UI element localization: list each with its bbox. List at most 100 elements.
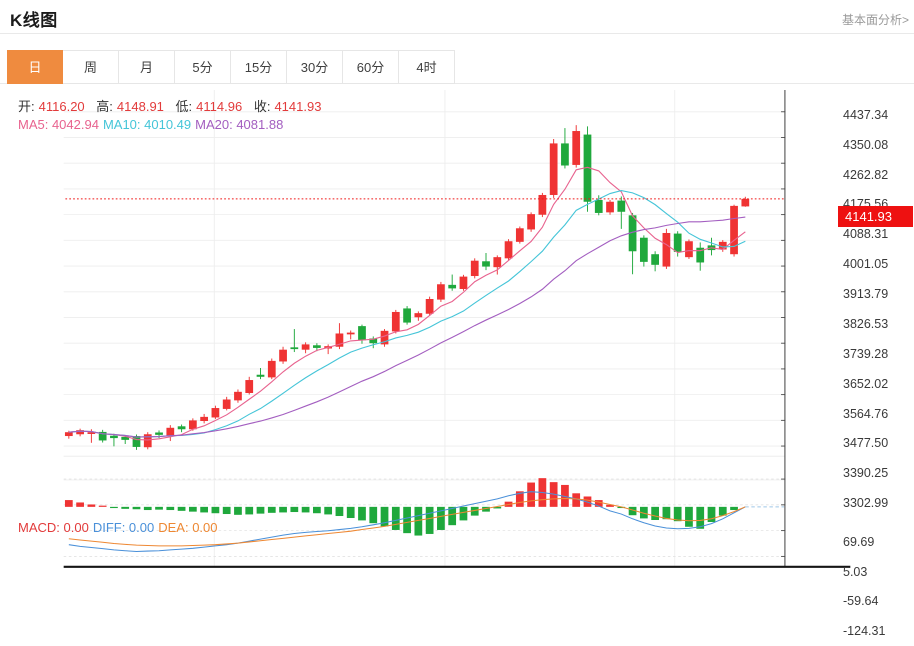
candle-body	[426, 299, 434, 314]
macd-hist-bar	[234, 507, 242, 515]
macd-legend-item-0: MACD: 0.00	[18, 520, 89, 535]
macd-hist-bar	[685, 507, 693, 527]
macd-hist-bar	[88, 504, 96, 506]
candle-body	[313, 345, 321, 348]
macd-axis-label: 69.69	[843, 535, 913, 550]
candle-body	[234, 392, 242, 401]
candle-body	[279, 350, 287, 362]
candle-body	[493, 257, 501, 267]
candle-body	[595, 200, 603, 213]
ma-legend-item-2: MA20: 4081.88	[195, 117, 283, 132]
ma-legend-item-1: MA10: 4010.49	[103, 117, 191, 132]
close-label: 收:	[254, 99, 271, 114]
macd-hist-bar	[674, 507, 682, 521]
macd-hist-bar	[369, 507, 377, 523]
candle-body	[561, 143, 569, 165]
candle-body	[178, 426, 186, 429]
candle-body	[550, 143, 558, 195]
candle-body	[651, 254, 659, 265]
candle-body	[617, 201, 625, 212]
interval-tab-bar: 日周月5分15分30分60分4时	[7, 50, 455, 84]
macd-hist-bar	[651, 507, 659, 520]
ma5-line	[69, 167, 745, 440]
candle-body	[674, 234, 682, 252]
price-axis-label: 3302.99	[843, 496, 913, 511]
candle-body	[437, 284, 445, 299]
tab-day[interactable]: 日	[7, 50, 63, 84]
candle-body	[268, 361, 276, 378]
candle-body	[685, 241, 693, 257]
macd-hist-bar	[324, 507, 332, 515]
macd-hist-bar	[65, 500, 73, 507]
low-label: 低:	[176, 99, 193, 114]
ma-legend: MA5: 4042.94MA10: 4010.49MA20: 4081.88	[18, 117, 287, 132]
candle-body	[166, 428, 174, 436]
macd-hist-bar	[403, 507, 411, 533]
macd-hist-bar	[223, 507, 231, 514]
macd-hist-bar	[166, 507, 174, 510]
price-axis-label: 3739.28	[843, 347, 913, 362]
price-axis-label: 4350.08	[843, 138, 913, 153]
price-axis-label: 3390.25	[843, 466, 913, 481]
tab-5min[interactable]: 5分	[175, 50, 231, 84]
candle-body	[741, 199, 749, 207]
candle-body	[539, 195, 547, 215]
candle-body	[200, 417, 208, 421]
macd-legend: MACD: 0.00DIFF: 0.00DEA: 0.00	[18, 520, 222, 535]
candle-body	[257, 375, 265, 377]
candle-body	[302, 344, 310, 349]
candle-body	[606, 202, 614, 213]
macd-hist-bar	[133, 507, 141, 509]
price-axis-label: 4088.31	[843, 227, 913, 242]
candle-body	[245, 380, 253, 393]
macd-hist-bar	[212, 507, 220, 513]
candle-body	[460, 277, 468, 289]
price-axis-label: 3477.50	[843, 436, 913, 451]
candle-body	[347, 333, 355, 335]
macd-hist-bar	[155, 507, 163, 510]
macd-hist-bar	[121, 507, 129, 509]
kline-macd-canvas[interactable]	[0, 90, 914, 646]
candle-body	[358, 326, 366, 340]
tab-4hour[interactable]: 4时	[399, 50, 455, 84]
chart-area: 开:4116.20 高:4148.91 低:4114.96 收:4141.93 …	[0, 90, 914, 646]
candle-body	[403, 308, 411, 322]
current-price-badge: 4141.93	[838, 206, 913, 227]
macd-hist-bar	[347, 507, 355, 518]
macd-hist-bar	[696, 507, 704, 529]
candle-body	[663, 233, 671, 267]
price-axis-label: 4262.82	[843, 168, 913, 183]
candle-body	[223, 399, 231, 408]
macd-axis-label: -59.64	[843, 594, 913, 609]
candle-body	[640, 238, 648, 262]
tab-15min[interactable]: 15分	[231, 50, 287, 84]
tab-week[interactable]: 周	[63, 50, 119, 84]
price-axis-label: 4437.34	[843, 108, 913, 123]
candle-body	[392, 312, 400, 331]
candle-body	[448, 285, 456, 289]
price-axis-label: 4001.05	[843, 257, 913, 272]
candle-body	[482, 261, 490, 266]
tab-60min[interactable]: 60分	[343, 50, 399, 84]
candle-body	[471, 261, 479, 276]
price-axis-label: 3913.79	[843, 287, 913, 302]
candle-body	[212, 408, 220, 417]
macd-hist-bar	[245, 507, 253, 515]
tab-30min[interactable]: 30分	[287, 50, 343, 84]
macd-hist-bar	[358, 507, 366, 521]
tab-month[interactable]: 月	[119, 50, 175, 84]
fundamental-analysis-link[interactable]: 基本面分析>	[842, 11, 909, 28]
macd-hist-bar	[268, 507, 276, 513]
macd-hist-bar	[392, 507, 400, 530]
macd-hist-bar	[313, 507, 321, 513]
candle-body	[290, 347, 298, 349]
macd-hist-bar	[144, 507, 152, 510]
macd-hist-bar	[76, 502, 84, 506]
macd-hist-bar	[336, 507, 344, 516]
macd-legend-item-2: DEA: 0.00	[158, 520, 217, 535]
page-title: K线图	[10, 6, 58, 31]
macd-hist-bar	[527, 483, 535, 507]
macd-hist-bar	[200, 507, 208, 513]
high-value: 4148.91	[117, 99, 164, 114]
macd-hist-bar	[302, 507, 310, 513]
